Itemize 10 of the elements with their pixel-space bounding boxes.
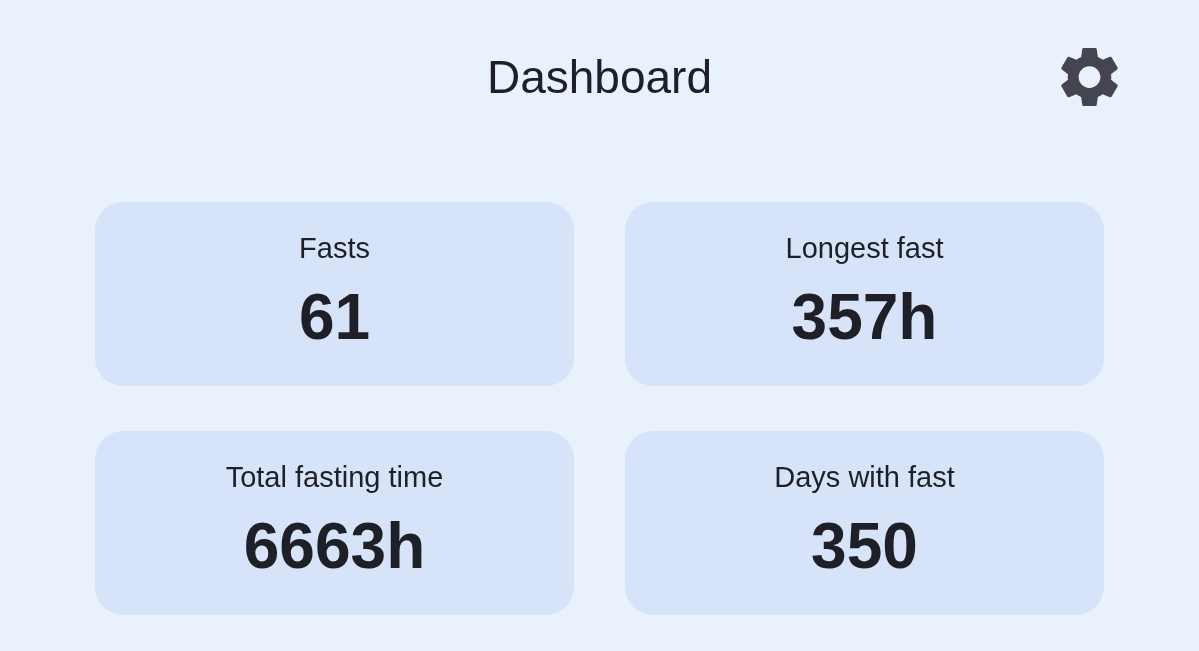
stat-label: Longest fast bbox=[785, 231, 944, 266]
settings-icon[interactable] bbox=[1061, 48, 1118, 106]
stat-label: Fasts bbox=[299, 231, 370, 266]
stat-value: 6663h bbox=[243, 511, 426, 581]
stat-value: 350 bbox=[811, 511, 918, 581]
stat-label: Total fasting time bbox=[225, 460, 444, 495]
stat-value: 61 bbox=[298, 282, 371, 352]
page-title: Dashboard bbox=[486, 50, 712, 105]
stat-label: Days with fast bbox=[774, 460, 955, 495]
stat-value: 357h bbox=[791, 282, 938, 352]
